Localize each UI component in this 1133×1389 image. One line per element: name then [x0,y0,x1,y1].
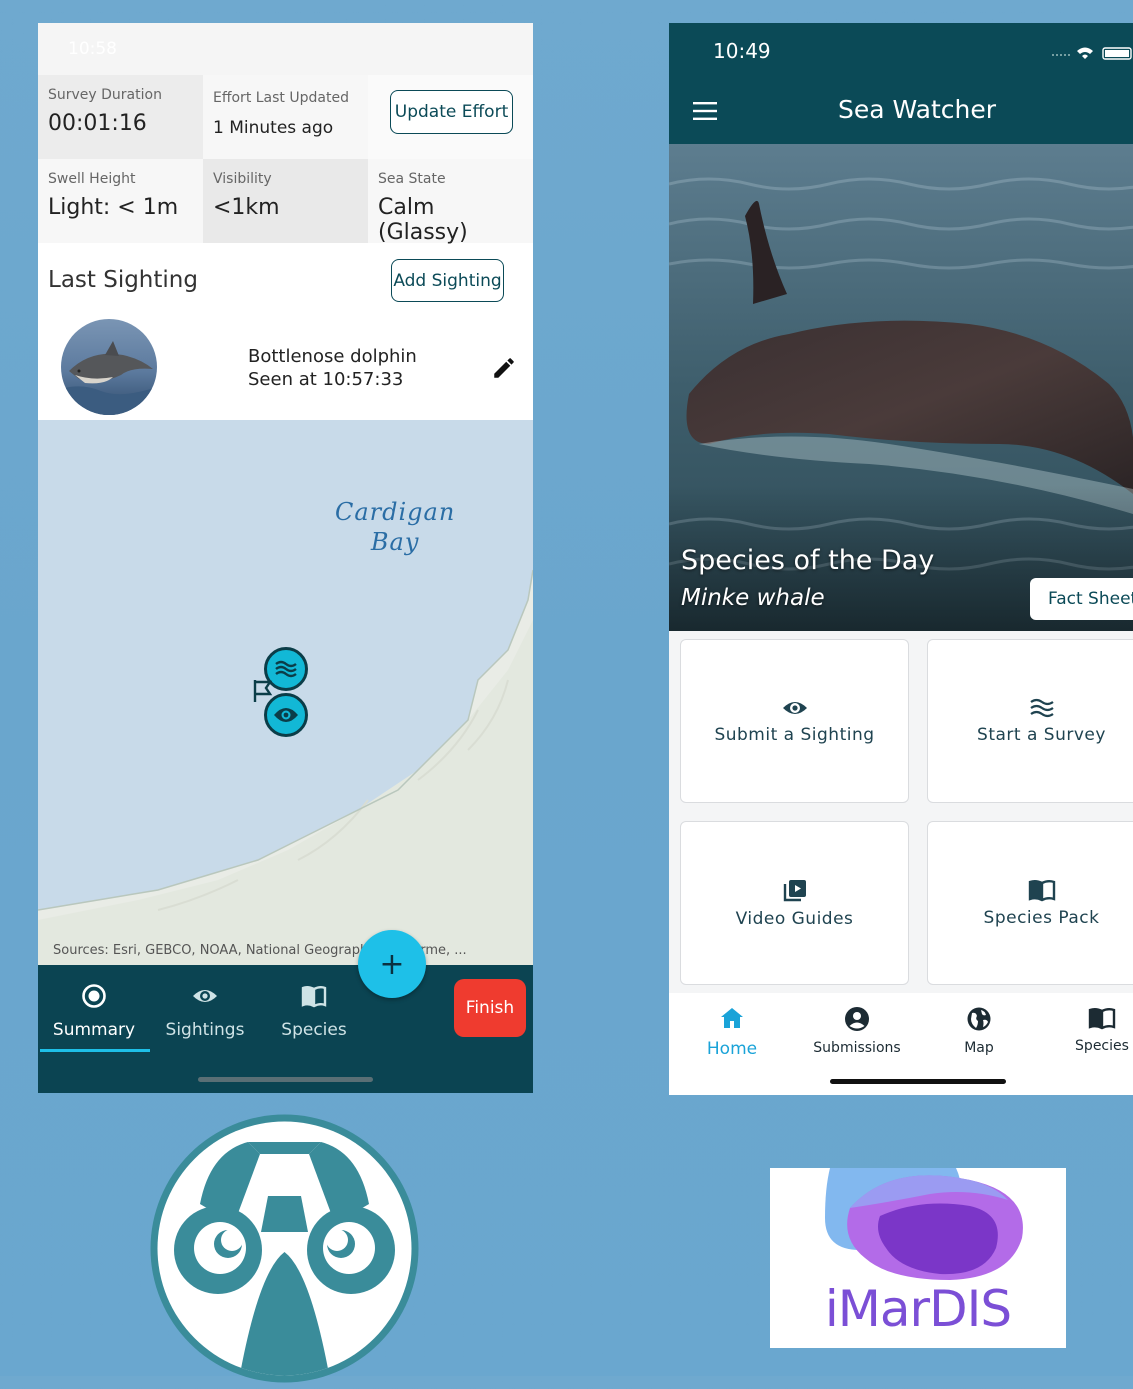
home-indicator [830,1079,1006,1084]
status-icons [1049,45,1133,65]
sea-watcher-binoculars-logo [148,1112,421,1385]
sighting-marker-eye-icon[interactable] [264,693,308,737]
book-icon [1088,1008,1116,1030]
tab-home-label: Home [706,1039,758,1059]
start-survey-tile[interactable]: Start a Survey [927,639,1133,803]
video-library-icon [783,880,806,902]
effort-updated-cell: Effort Last Updated 1 Minutes ago [203,75,368,159]
fact-sheet-button[interactable]: Fact Sheet [1030,578,1133,620]
species-of-day-name: Minke whale [681,585,825,611]
tab-home[interactable]: Home [699,1006,765,1059]
species-pack-tile[interactable]: Species Pack [927,821,1133,985]
status-bar: 10:58 [38,23,533,75]
waves-icon [1029,698,1054,718]
account-icon [845,1007,869,1031]
submit-sighting-label: Submit a Sighting [714,725,875,745]
submit-sighting-tile[interactable]: Submit a Sighting [680,639,909,803]
survey-duration-value: 00:01:16 [48,111,147,136]
status-time: 10:58 [68,39,117,59]
visibility-value: <1km [213,195,280,220]
tab-submissions[interactable]: Submissions [809,1006,905,1056]
video-guides-label: Video Guides [735,909,854,929]
swell-height-cell: Swell Height Light: < 1m [38,159,203,243]
effort-updated-label: Effort Last Updated [213,90,349,106]
eye-icon [782,702,807,714]
survey-duration-cell: Survey Duration 00:01:16 [38,75,203,159]
tab-map-label: Map [964,1040,994,1056]
edit-pencil-icon[interactable] [491,355,517,381]
home-indicator [198,1077,373,1082]
map-label-line2: Bay [370,528,420,556]
sea-state-value: Calm (Glassy) [378,195,468,245]
imardis-logo: iMarDIS [770,1168,1066,1348]
eye-icon [193,990,217,1002]
start-survey-label: Start a Survey [977,725,1106,745]
home-screen: 10:49 Sea Watcher Species of the Day Min… [669,23,1133,1095]
update-effort-button[interactable]: Update Effort [390,90,513,134]
finish-button[interactable]: Finish [454,979,526,1037]
tab-summary-label: Summary [52,1020,136,1040]
swell-height-label: Swell Height [48,171,136,187]
tab-sightings-label: Sightings [165,1020,245,1040]
tab-species[interactable]: Species [1071,1006,1133,1054]
sea-state-cell: Sea State Calm (Glassy) [368,159,533,245]
add-fab-button[interactable]: + [358,930,426,998]
add-sighting-button[interactable]: Add Sighting [391,259,504,302]
sea-state-label: Sea State [378,171,446,187]
visibility-cell: Visibility <1km [203,159,368,243]
tab-map[interactable]: Map [949,1006,1009,1056]
video-guides-tile[interactable]: Video Guides [680,821,909,985]
radio-target-icon [82,984,106,1008]
sighting-time: Seen at 10:57:33 [248,369,404,390]
survey-screen: 10:58 Survey Duration 00:01:16 Effort La… [38,23,533,1093]
visibility-label: Visibility [213,171,272,187]
tab-sightings[interactable]: Sightings [160,983,250,1040]
tab-species-label: Species [281,1020,347,1040]
globe-icon [967,1007,991,1031]
sighting-species: Bottlenose dolphin [248,346,417,367]
tab-species-label: Species [1075,1038,1129,1054]
swell-height-value: Light: < 1m [48,195,179,220]
tab-submissions-label: Submissions [813,1040,901,1056]
book-icon [301,986,327,1008]
last-sighting-title: Last Sighting [48,267,198,293]
status-time: 10:49 [713,39,771,63]
survey-duration-label: Survey Duration [48,87,162,103]
tab-summary[interactable]: Summary [48,983,140,1040]
map-label-line1: Cardigan [335,498,456,526]
species-of-day-title: Species of the Day [681,545,935,576]
effort-updated-value: 1 Minutes ago [213,118,334,138]
tab-species[interactable]: Species [274,983,354,1040]
app-title: Sea Watcher [837,95,996,124]
map-place-label: Cardigan Bay [335,497,455,557]
imardis-wordmark: iMarDIS [824,1280,1012,1338]
species-pack-label: Species Pack [983,908,1100,928]
home-icon [721,1008,743,1028]
book-icon [1028,880,1055,902]
active-tab-indicator [40,1049,150,1052]
dolphin-photo[interactable] [61,319,157,415]
